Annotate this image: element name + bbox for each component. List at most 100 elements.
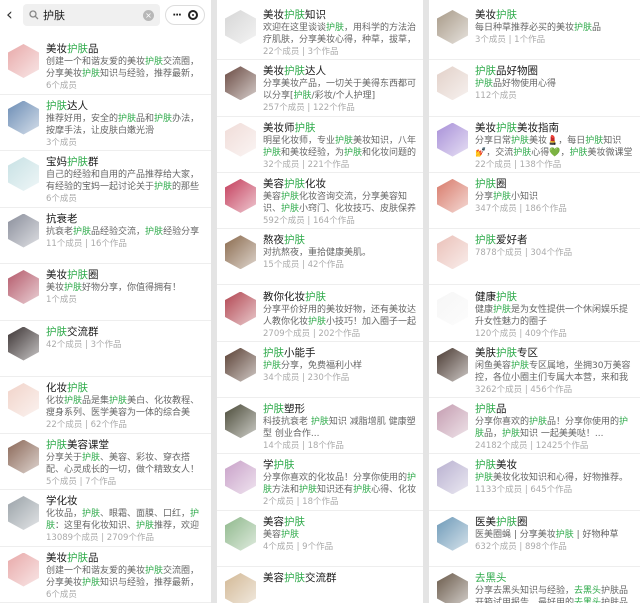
list-item[interactable]: 美容护肤化妆美容护肤化妆咨询交流，分享美容知识、护肤小窍门、化妆技巧、皮肤保养秘… — [217, 173, 423, 230]
text-segment: 护肤品 — [601, 598, 629, 603]
highlight-term: 护肤 — [344, 147, 363, 158]
group-description: 明星化妆师，专业护肤美妆知识，八年护肤和美妆经验，为护肤和化妆问题的小姐姐们..… — [263, 135, 417, 159]
group-meta: 42个成员 | 3个作品 — [46, 339, 122, 350]
highlight-term: 护肤 — [46, 438, 67, 451]
group-meta: 11个成员 | 16个作品 — [46, 238, 127, 249]
list-item[interactable]: 美妆护肤品创建一个和谐友爱的美妆护肤交流圈，分享美妆护肤知识与经验，推荐最新，最… — [0, 38, 211, 95]
item-text: 护肤品 分享你喜欢的护肤品！分享你使用的护肤品，护肤知识 一起美美哒！... 241… — [475, 402, 634, 452]
back-arrow-icon[interactable]: ‹ — [6, 5, 18, 25]
text-segment: 推荐好用，安全的 — [46, 113, 119, 124]
list-item[interactable]: 抗衰老 抗衰老护肤品经验交流，护肤经验分享 11个成员 | 16个作品 — [0, 208, 211, 264]
highlight-term: 护肤 — [284, 234, 305, 247]
group-avatar — [225, 291, 256, 326]
list-item[interactable]: 护肤塑形 科技抗衰老 护肤知识 减脂增肌 健康塑型 创业合作... 14个成员 | … — [217, 398, 423, 455]
list-item[interactable]: 美容护肤交流群 — [217, 567, 423, 603]
list-item[interactable]: 护肤圈 分享护肤小知识 347个成员 | 186个作品 — [429, 173, 640, 230]
highlight-term: 护肤 — [109, 396, 128, 406]
list-item[interactable]: 护肤品 分享你喜欢的护肤品！分享你使用的护肤品，护肤知识 一起美美哒！... 241… — [429, 398, 640, 455]
item-text: 熬夜护肤 对抗熬夜，重拾健康美肌。 15个成员 | 42个作品 — [263, 233, 417, 271]
list-item[interactable]: 美妆护肤知识 欢迎在这里谈谈护肤，用科学的方法治疗肌肤，分享美妆心得，种草，拔草，… — [217, 4, 423, 61]
phone-panel-middle: 美妆护肤知识 欢迎在这里谈谈护肤，用科学的方法治疗肌肤，分享美妆心得，种草，拔草，… — [217, 0, 423, 603]
list-item[interactable]: 美肤护肤专区 闲鱼美容护肤专区属地，坐拥30万美容控，各位小圈主们专属大本营，来和… — [429, 342, 640, 399]
group-meta: 1133个成员 | 645个作品 — [475, 485, 573, 496]
list-item[interactable]: 宝妈护肤群自己的经验和自用的产品推荐给大家，有经验的宝妈一起讨论关于护肤的那些事… — [0, 151, 211, 208]
text-segment: 化妆 — [46, 382, 67, 394]
group-name: 美容护肤 — [263, 515, 417, 529]
text-segment: 品 — [496, 403, 507, 416]
text-segment: | 好物种草 — [573, 529, 619, 540]
group-name: 去黑头 — [475, 571, 634, 585]
list-item[interactable]: 美妆护肤达人 分享美妆产品，一切关于美得东西都可以分享[护肤/彩妆/个人护理] 25… — [217, 60, 423, 117]
list-item[interactable]: 护肤交流群 42个成员 | 3个作品 — [0, 321, 211, 377]
highlight-term: 护肤 — [145, 565, 164, 576]
group-meta: 32个成员 | 221个作品 — [263, 159, 350, 170]
group-meta: 5个成员 | 7个作品 — [46, 476, 117, 487]
close-icon[interactable] — [187, 10, 198, 20]
list-item[interactable]: 护肤爱好者 7878个成员 | 304个作品 — [429, 229, 640, 286]
list-item[interactable]: 学化妆化妆品，护肤、眼霜、面膜、口红，护肤：这里有化妆知识、护肤推荐，欢迎喜欢化… — [0, 490, 211, 547]
group-avatar — [225, 347, 256, 382]
list-item[interactable]: 教你化妆护肤 分享平价好用的美妆好物，还有美妆达人教你化妆护肤小技巧！加入圈子一起… — [217, 286, 423, 342]
list-item[interactable]: 美妆师护肤明星化妆师，专业护肤美妆知识，八年护肤和美妆经验，为护肤和化妆问题的小… — [217, 117, 423, 173]
text-segment: 分享你喜欢的 — [475, 417, 530, 428]
highlight-term: 护肤 — [475, 234, 496, 247]
group-avatar — [437, 516, 468, 551]
list-item[interactable]: 美妆护肤圈 美妆护肤好物分享，你值得拥有！ 1个成员 — [0, 264, 211, 321]
list-item[interactable]: 护肤美容课堂 分享关于护肤、美容、彩妆、穿衣搭配、心灵成长的一切，做个精致女人！ 5… — [0, 434, 211, 490]
item-text: 去黑头 分享去黑头知识与经验，去黑头护肤品开箱试用报告，最好用的去黑头护肤品 — [475, 571, 634, 603]
list-item[interactable]: 医美护肤圈 医美圈蝇 | 分享美妆护肤 | 好物种草 632个成员 | 898个作品 — [429, 511, 640, 567]
group-description: 健康护肤是为女性提供一个休闲娱乐提升女性魅力的圈子 — [475, 304, 634, 328]
group-name: 美妆护肤知识 — [263, 8, 417, 22]
text-segment: 品和 — [136, 113, 155, 124]
text-segment: 方法和 — [272, 485, 300, 496]
item-text: 美妆护肤圈 美妆护肤好物分享，你值得拥有！ 1个成员 — [46, 268, 205, 306]
group-name: 健康护肤 — [475, 290, 634, 304]
list-item[interactable]: 学护肤分享你喜欢的化妆品！分享你使用的护肤方法和护肤知识还有护肤心得、化妆品..… — [217, 454, 423, 511]
clear-icon[interactable]: × — [143, 9, 154, 21]
list-item[interactable]: 美妆护肤品创建一个和谐友爱的美妆护肤交流圈，分享美妆护肤知识与经验，推荐最新，最… — [0, 547, 211, 603]
group-description: 化妆品，护肤、眼霜、面膜、口红，护肤：这里有化妆知识、护肤推荐，欢迎喜欢化妆..… — [46, 508, 205, 532]
group-avatar — [8, 157, 39, 191]
group-name: 护肤美容课堂 — [46, 438, 205, 452]
group-meta: 3262个成员 | 456个作品 — [475, 384, 573, 395]
group-meta: 22个成员 | 62个作品 — [46, 420, 127, 430]
item-text: 护肤爱好者 7878个成员 | 304个作品 — [475, 233, 634, 259]
list-item[interactable]: 美妆护肤美妆指南 分享日常护肤美妆💄，每日护肤知识💅，交流护肤心得💚，护肤美妆微课… — [429, 117, 640, 173]
group-meta: 3个成员 | 1个作品 — [475, 35, 546, 45]
item-text: 抗衰老 抗衰老护肤品经验交流，护肤经验分享 11个成员 | 16个作品 — [46, 212, 205, 250]
item-text: 美容护肤 美容护肤 4个成员 | 9个作品 — [263, 515, 417, 553]
list-item[interactable]: 护肤小能手 护肤分享，免费福利小样 34个成员 | 230个作品 — [217, 342, 423, 399]
list-item[interactable]: 化妆护肤化妆护肤品是集护肤美白、化妆教程、瘦身系列、医学美容为一体的综合美圈，欢… — [0, 377, 211, 434]
search-input[interactable]: 护肤 × — [23, 4, 160, 26]
highlight-term: 护肤 — [493, 191, 512, 202]
text-segment: 分享 — [475, 191, 494, 202]
group-description: 创建一个和谐友爱的美妆护肤交流圈，分享美妆护肤知识与经验，推荐最新，最好，最..… — [46, 565, 205, 589]
list-item[interactable]: 护肤美妆 护肤美妆化妆知识和心得，好物推荐。 1133个成员 | 645个作品 — [429, 454, 640, 511]
list-item[interactable]: 护肤品好物圈 护肤品好物使用心得 112个成员 — [429, 60, 640, 117]
group-name: 学化妆 — [46, 494, 205, 508]
text-segment: 知识还有 — [317, 485, 354, 496]
list-item[interactable]: 美容护肤 美容护肤 4个成员 | 9个作品 — [217, 511, 423, 567]
more-icon[interactable]: ··· — [172, 10, 181, 21]
text-segment: 美肤 — [475, 346, 496, 359]
highlight-term: 护肤 — [64, 396, 83, 406]
text-segment: 美妆 — [263, 9, 284, 21]
item-text: 护肤美容课堂 分享关于护肤、美容、彩妆、穿衣搭配、心灵成长的一切，做个精致女人！ 5… — [46, 438, 205, 488]
group-meta: 112个成员 — [475, 91, 517, 102]
text-segment: 心得💚， — [531, 147, 570, 158]
group-name: 护肤圈 — [475, 177, 634, 191]
group-name: 美妆师护肤 — [263, 121, 417, 135]
list-item[interactable]: 健康护肤 健康护肤是为女性提供一个休闲娱乐提升女性魅力的圈子 120个成员 | 40… — [429, 286, 640, 342]
highlight-term: 护肤 — [154, 113, 173, 124]
mini-program-capsule[interactable]: ··· — [165, 5, 205, 25]
group-meta: 632个成员 | 898个作品 — [475, 541, 567, 552]
list-item[interactable]: 去黑头 分享去黑头知识与经验，去黑头护肤品开箱试用报告，最好用的去黑头护肤品 — [429, 567, 640, 603]
text-segment: 闲鱼美容 — [475, 360, 512, 371]
text-segment: 美妆 — [46, 283, 65, 293]
group-name: 护肤交流群 — [46, 325, 205, 339]
group-description: 分享护肤小知识 — [475, 191, 634, 203]
list-item[interactable]: 美妆护肤 每日种草推荐必买的美妆护肤品 3个成员 | 1个作品 — [429, 4, 640, 61]
list-item[interactable]: 护肤达人 推荐好用，安全的护肤品和护肤办法，按摩手法，让皮肤白嫩光滑 3个成员 — [0, 95, 211, 151]
list-item[interactable]: 熬夜护肤 对抗熬夜，重拾健康美肌。 15个成员 | 42个作品 — [217, 229, 423, 286]
item-text: 学化妆化妆品，护肤、眼霜、面膜、口红，护肤：这里有化妆知识、护肤推荐，欢迎喜欢化… — [46, 494, 205, 544]
